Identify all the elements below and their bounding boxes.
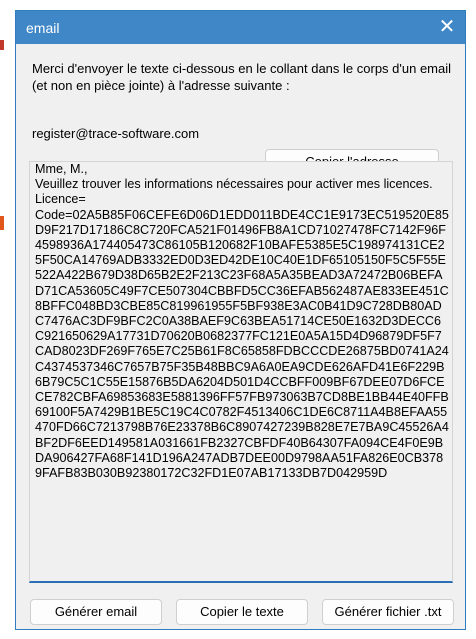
title-bar[interactable]: email ✕ [16,11,465,44]
license-text-content: Mme, M., Veuillez trouver les informatio… [35,162,449,481]
close-icon[interactable]: ✕ [429,11,465,44]
generate-file-button[interactable]: Générer fichier .txt [322,599,454,625]
instruction-text: Merci d'envoyer le texte ci-dessous en l… [32,61,452,93]
email-address-label: register@trace-software.com [32,126,200,141]
copy-text-button[interactable]: Copier le texte [176,599,308,625]
background-accent-mark [0,40,4,50]
email-dialog: email ✕ Merci d'envoyer le texte ci-dess… [15,10,466,630]
license-text-area[interactable]: Mme, M., Veuillez trouver les informatio… [29,161,453,583]
generate-email-button[interactable]: Générer email [30,599,162,625]
background-accent-mark [0,216,4,230]
window-title: email [26,20,60,36]
